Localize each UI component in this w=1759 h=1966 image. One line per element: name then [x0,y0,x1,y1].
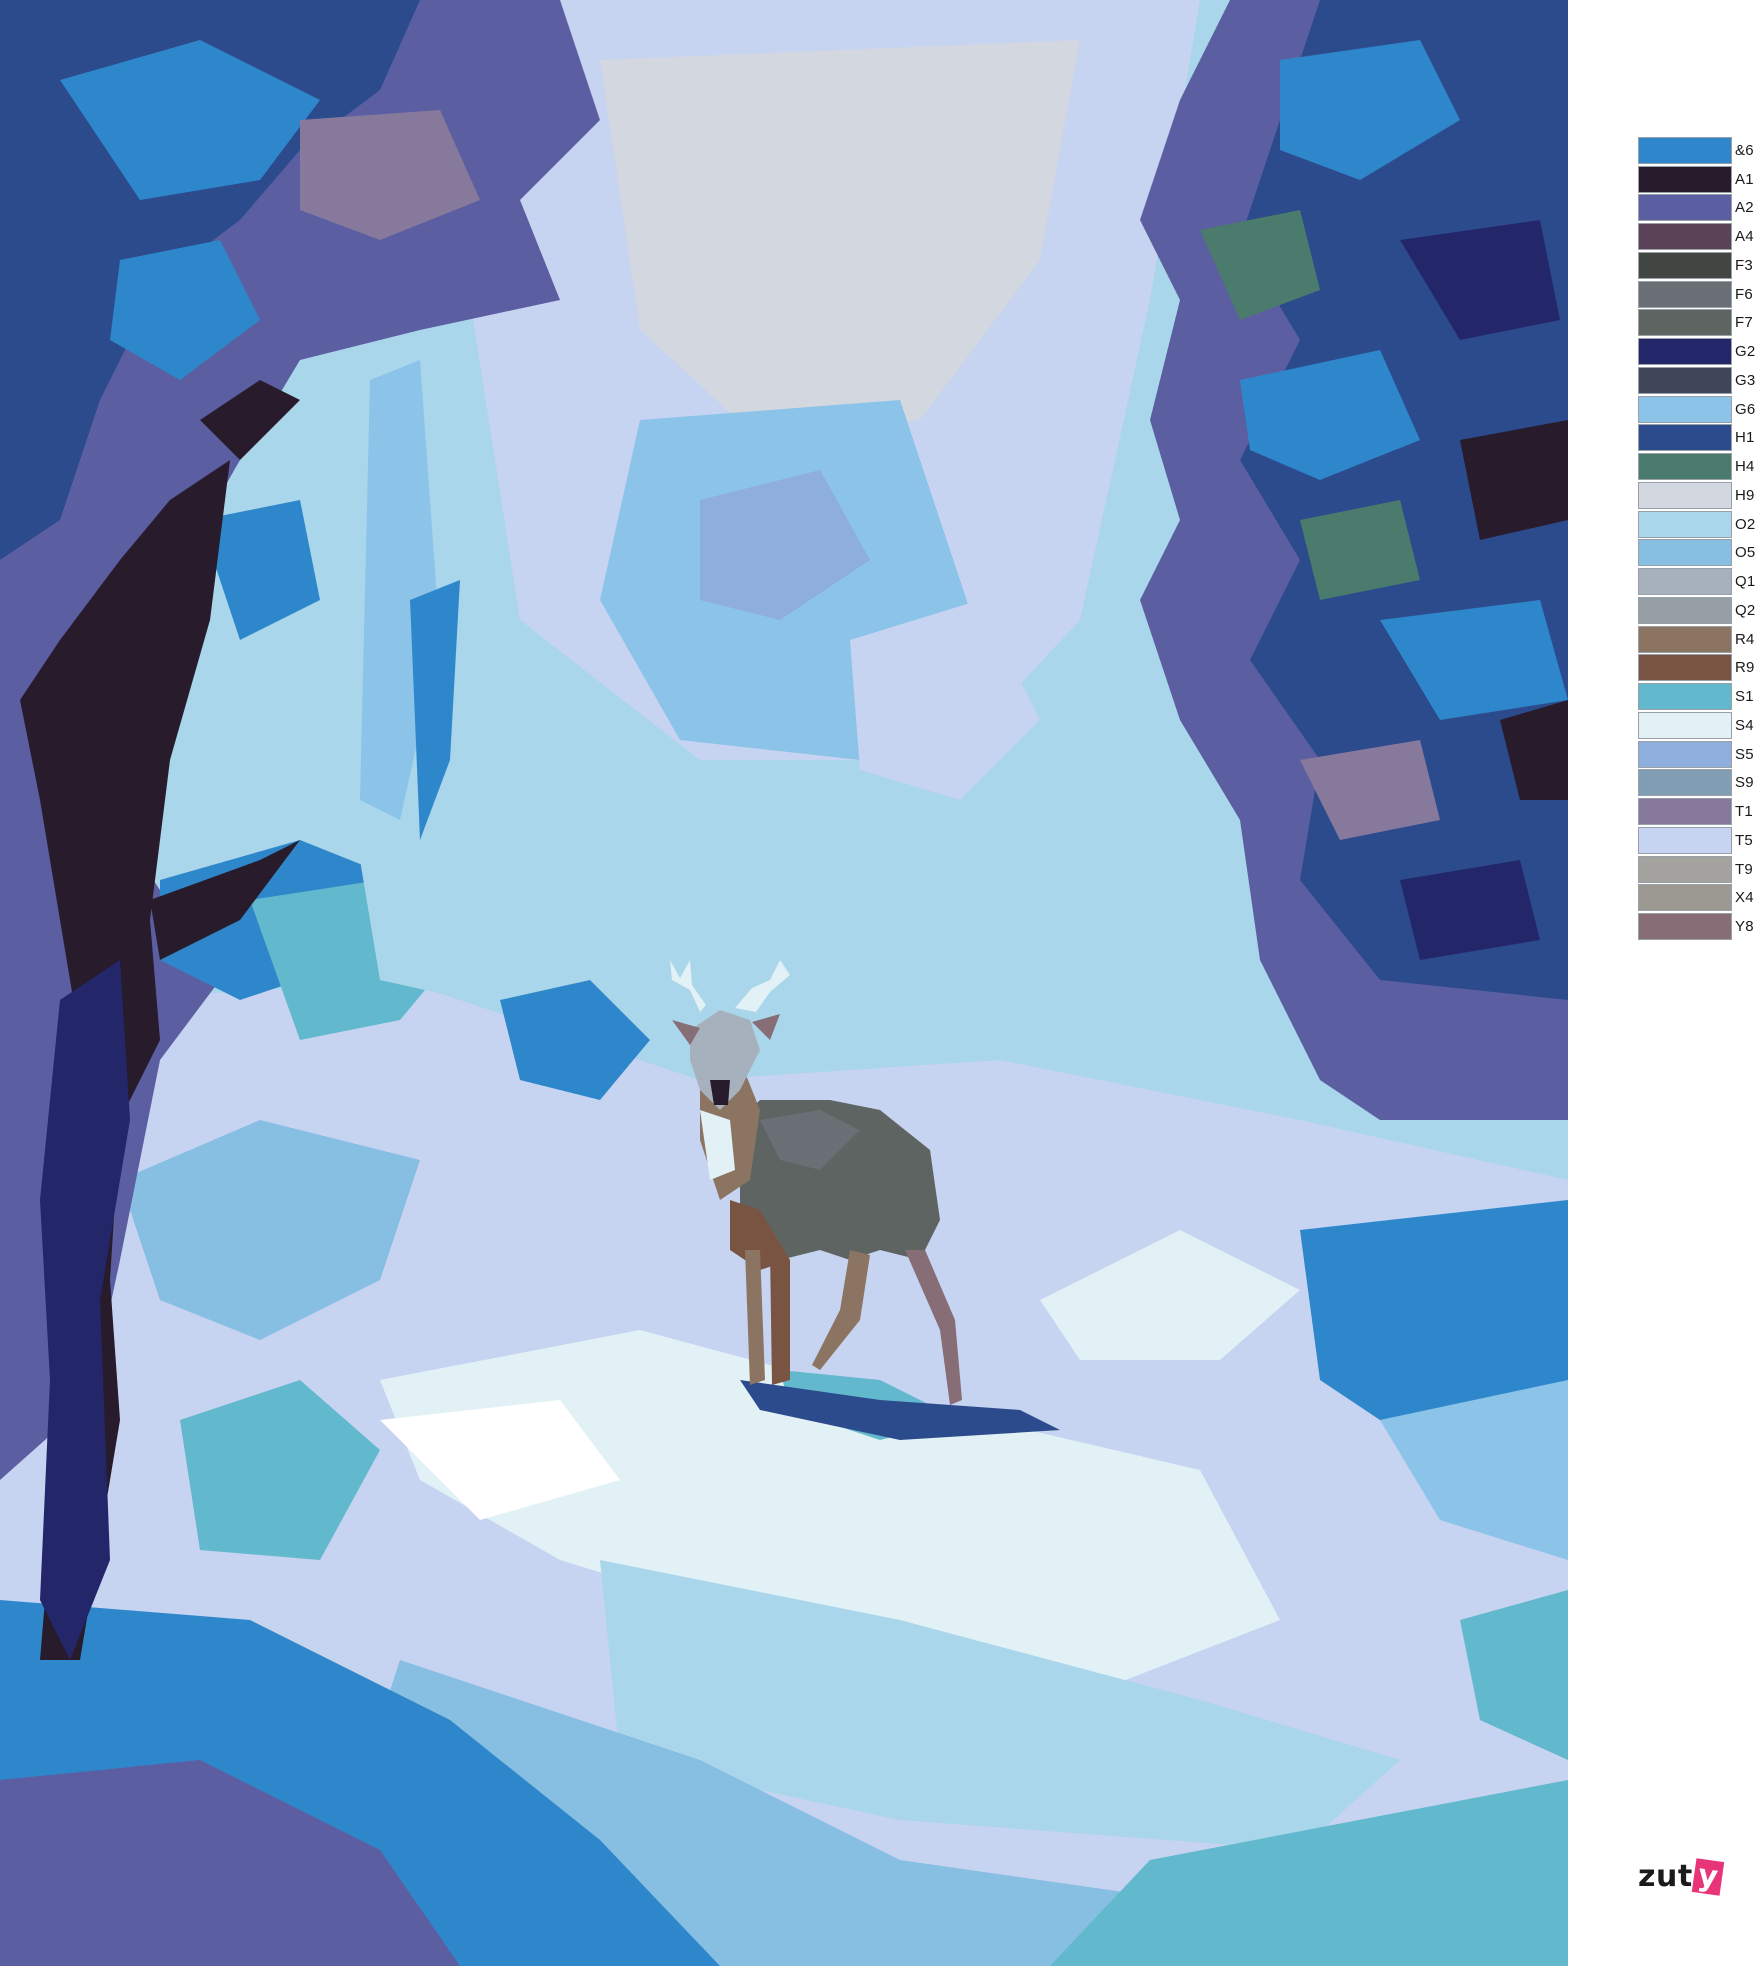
color-swatch [1638,826,1732,854]
color-swatch [1638,309,1732,337]
color-code: O5 [1735,544,1756,562]
legend-row: O2 [1638,510,1759,539]
legend-row: A1 [1638,165,1759,194]
color-swatch [1638,855,1732,883]
color-swatch [1638,654,1732,682]
color-code: Q1 [1735,573,1756,591]
color-swatch [1638,769,1732,797]
logo-text: zuty [1638,1858,1724,1896]
legend-row: T9 [1638,855,1759,884]
color-code: H9 [1735,486,1755,504]
color-swatch [1638,366,1732,394]
color-code: T1 [1735,803,1753,821]
color-code: S1 [1735,688,1754,706]
color-code: G2 [1735,343,1756,361]
legend-row: H9 [1638,481,1759,510]
color-swatch [1638,539,1732,567]
color-code: A1 [1735,170,1754,188]
color-swatch [1638,683,1732,711]
color-code: Q2 [1735,601,1756,619]
color-code: R9 [1735,659,1755,677]
zuty-logo: zuty [1638,1854,1728,1896]
legend-row: F3 [1638,251,1759,280]
color-swatch [1638,913,1732,941]
legend-row: R9 [1638,654,1759,683]
color-swatch [1638,711,1732,739]
color-swatch [1638,136,1732,164]
legend-row: F7 [1638,309,1759,338]
color-code: F7 [1735,314,1753,332]
legend-row: &6 [1638,136,1759,165]
color-code: &6 [1735,141,1754,159]
color-swatch [1638,165,1732,193]
legend-row: S4 [1638,711,1759,740]
color-code: H4 [1735,458,1755,476]
legend-row: H1 [1638,424,1759,453]
color-code: R4 [1735,630,1755,648]
color-code: Y8 [1735,918,1754,936]
color-code: T5 [1735,831,1753,849]
color-swatch [1638,625,1732,653]
legend-row: H4 [1638,452,1759,481]
legend-row: G6 [1638,395,1759,424]
color-code: A2 [1735,199,1754,217]
legend-row: A2 [1638,194,1759,223]
color-swatch [1638,395,1732,423]
color-swatch [1638,453,1732,481]
color-code: H1 [1735,429,1755,447]
color-swatch [1638,798,1732,826]
color-swatch [1638,596,1732,624]
legend-row: S9 [1638,769,1759,798]
color-legend: &6 A1 A2 A4 F3 F6 F7 G2 G3 G6 H1 H4 H9 O2 O5 Q1 Q2 R4 R9 S1… [1638,136,1759,941]
color-swatch [1638,251,1732,279]
legend-row: T5 [1638,826,1759,855]
legend-row: Q2 [1638,596,1759,625]
color-swatch [1638,481,1732,509]
color-swatch [1638,194,1732,222]
legend-row: O5 [1638,539,1759,568]
color-code: G6 [1735,400,1756,418]
legend-row: X4 [1638,884,1759,913]
legend-row: T1 [1638,797,1759,826]
color-swatch [1638,740,1732,768]
color-code: S5 [1735,745,1754,763]
color-code: F6 [1735,285,1753,303]
color-code: S9 [1735,774,1754,792]
color-code: T9 [1735,860,1753,878]
color-code: S4 [1735,716,1754,734]
color-code: A4 [1735,228,1754,246]
color-swatch [1638,424,1732,452]
legend-row: S1 [1638,682,1759,711]
color-swatch [1638,510,1732,538]
color-swatch [1638,280,1732,308]
color-code: O2 [1735,515,1756,533]
color-swatch [1638,884,1732,912]
legend-row: G2 [1638,337,1759,366]
legend-row: R4 [1638,625,1759,654]
legend-row: Y8 [1638,912,1759,941]
legend-row: S5 [1638,740,1759,769]
legend-row: G3 [1638,366,1759,395]
legend-row: A4 [1638,222,1759,251]
color-swatch [1638,568,1732,596]
color-swatch [1638,338,1732,366]
legend-row: Q1 [1638,567,1759,596]
color-code: F3 [1735,256,1753,274]
color-swatch [1638,223,1732,251]
color-code: X4 [1735,889,1754,907]
deer-forest-painting [0,0,1568,1966]
legend-row: F6 [1638,280,1759,309]
color-code: G3 [1735,371,1756,389]
